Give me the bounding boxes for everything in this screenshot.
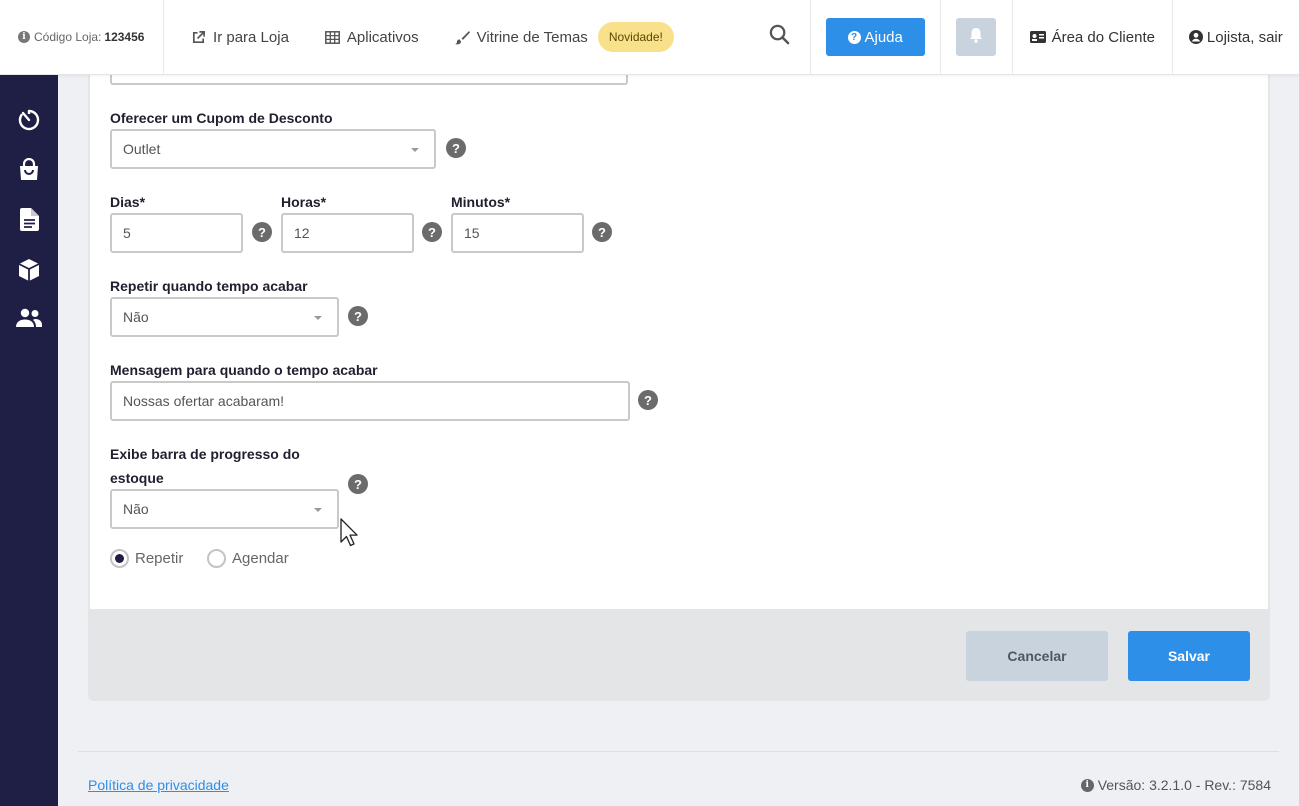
progress-value: Não (123, 501, 149, 517)
hours-value: 12 (294, 225, 310, 241)
new-badge: Novidade! (597, 22, 674, 52)
cancel-button[interactable]: Cancelar (966, 631, 1108, 681)
coupon-value: Outlet (123, 141, 161, 157)
version-info: i Versão: 3.2.1.0 - Rev.: 7584 (1080, 777, 1271, 793)
footer-divider (78, 751, 1279, 752)
message-input[interactable]: Nossas ofertar acabaram! (110, 381, 630, 421)
store-code: i Código Loja: 123456 (0, 0, 165, 75)
coupon-select[interactable]: Outlet (110, 129, 436, 169)
hours-label: Horas* (281, 194, 327, 210)
radio-repeat[interactable]: Repetir (110, 549, 183, 568)
radio-repeat-dot[interactable] (110, 549, 129, 568)
document-icon (19, 208, 39, 236)
search-button[interactable] (749, 0, 811, 75)
search-icon (769, 24, 790, 50)
message-value: Nossas ofertar acabaram! (123, 393, 285, 409)
themes-link[interactable]: Vitrine de Temas (454, 28, 588, 46)
repeat-label: Repetir quando tempo acabar (110, 278, 308, 294)
mouse-cursor-icon (340, 518, 360, 553)
version-text: Versão: 3.2.1.0 - Rev.: 7584 (1097, 777, 1271, 793)
client-area-link[interactable]: Área do Cliente (1013, 0, 1173, 75)
help-icon: ? (847, 30, 861, 44)
radio-schedule-dot[interactable] (207, 549, 226, 568)
hours-help-icon[interactable]: ? (422, 222, 442, 242)
message-label: Mensagem para quando o tempo acabar (110, 362, 378, 378)
form-panel: Oferecer um Cupom de Desconto Outlet ? D… (90, 71, 1268, 609)
themes-label: Vitrine de Temas (476, 28, 588, 46)
help-label: Ajuda (864, 28, 903, 46)
go-to-store-label: Ir para Loja (213, 28, 289, 46)
brush-icon (454, 30, 470, 45)
progress-label-line2: estoque (110, 470, 164, 486)
progress-label-line1: Exibe barra de progresso do (110, 446, 300, 462)
shopping-bag-icon (18, 157, 40, 187)
id-card-icon (1029, 31, 1046, 43)
progress-select[interactable]: Não (110, 489, 339, 529)
sidebar-item-timer[interactable] (0, 108, 58, 158)
save-button[interactable]: Salvar (1128, 631, 1250, 681)
coupon-label: Oferecer um Cupom de Desconto (110, 110, 333, 126)
minutes-input[interactable]: 15 (451, 213, 584, 253)
sidebar-item-products[interactable] (0, 258, 58, 308)
days-value: 5 (123, 225, 131, 241)
radio-schedule-label: Agendar (232, 550, 289, 567)
days-label: Dias* (110, 194, 146, 210)
apps-label: Aplicativos (346, 28, 419, 46)
radio-schedule[interactable]: Agendar (207, 549, 289, 568)
minutes-help-icon[interactable]: ? (592, 222, 612, 242)
days-help-icon[interactable]: ? (252, 222, 272, 242)
help-button[interactable]: ? Ajuda (825, 18, 925, 56)
timer-icon (17, 108, 41, 137)
sidebar-item-documents[interactable] (0, 208, 58, 258)
header-links: Ir para Loja Aplicativos Vitrine de Tema… (164, 0, 756, 75)
apps-link[interactable]: Aplicativos (324, 28, 419, 46)
go-to-store-link[interactable]: Ir para Loja (191, 29, 289, 46)
external-link-icon (191, 30, 206, 45)
logout-link[interactable]: Lojista, sair (1173, 0, 1299, 75)
info-icon: i (1080, 778, 1094, 792)
store-code-label: Código Loja: (34, 30, 102, 44)
logout-label: Lojista, sair (1206, 28, 1283, 46)
notifications-area (941, 0, 1013, 75)
coupon-help-icon[interactable]: ? (446, 138, 466, 158)
days-input[interactable]: 5 (110, 213, 243, 253)
bell-icon (969, 27, 983, 48)
repeat-select[interactable]: Não (110, 297, 339, 337)
notifications-button[interactable] (956, 18, 997, 56)
info-icon: i (18, 31, 30, 43)
radio-repeat-label: Repetir (135, 550, 184, 567)
sidebar-item-orders[interactable] (0, 157, 58, 208)
repeat-value: Não (123, 309, 149, 325)
minutes-value: 15 (464, 225, 480, 241)
message-help-icon[interactable]: ? (638, 390, 658, 410)
users-icon (16, 308, 42, 333)
box-icon (18, 258, 40, 287)
help-area: ? Ajuda (811, 0, 941, 75)
store-code-value: 123456 (104, 30, 145, 44)
hours-input[interactable]: 12 (281, 213, 414, 253)
user-icon (1188, 30, 1203, 44)
sidebar (0, 75, 58, 806)
client-area-label: Área do Cliente (1051, 28, 1155, 46)
sidebar-item-customers[interactable] (0, 308, 58, 358)
grid-icon (324, 30, 340, 44)
privacy-policy-link[interactable]: Política de privacidade (88, 777, 229, 793)
progress-help-icon[interactable]: ? (348, 474, 368, 494)
minutes-label: Minutos* (451, 194, 511, 210)
top-bar: i Código Loja: 123456 Ir para Loja Aplic… (0, 0, 1299, 75)
repeat-help-icon[interactable]: ? (348, 306, 368, 326)
settings-card: Oferecer um Cupom de Desconto Outlet ? D… (88, 71, 1270, 701)
